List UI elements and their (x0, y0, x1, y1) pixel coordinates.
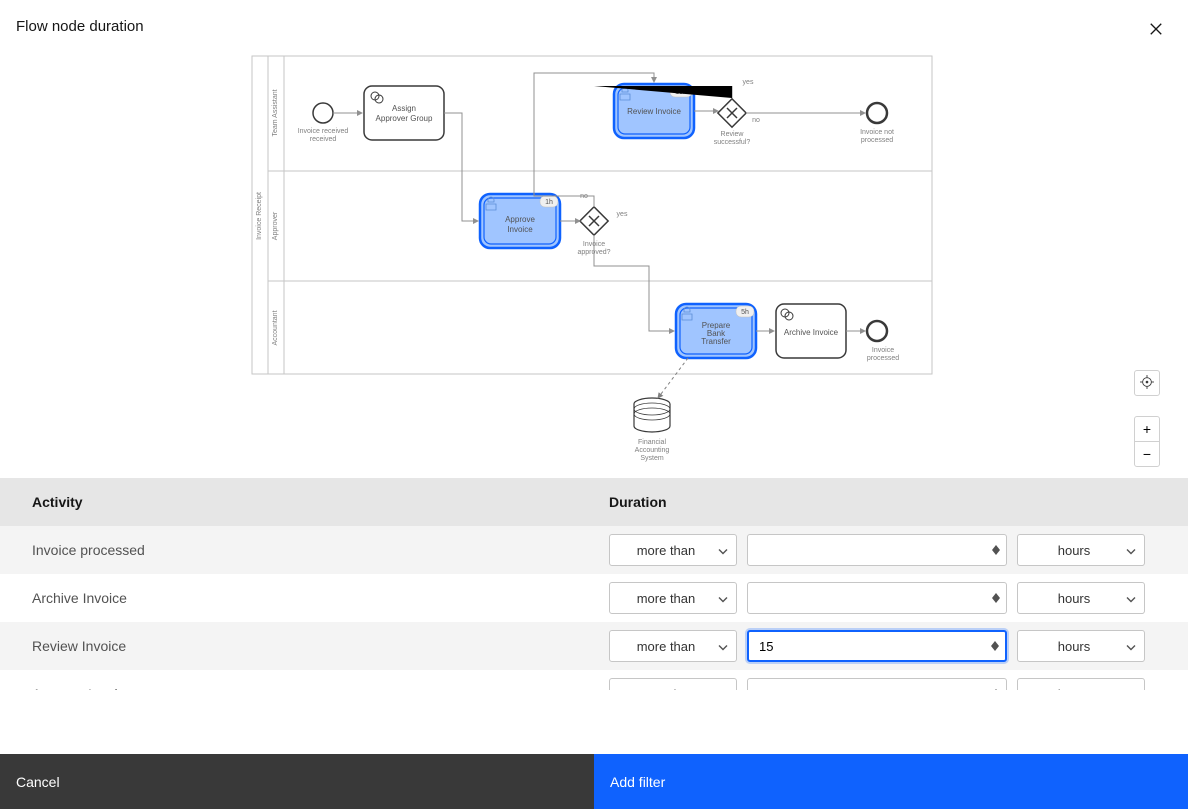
plus-icon: + (1143, 421, 1151, 437)
stepper-icon[interactable] (992, 544, 1000, 556)
zoom-out-button[interactable]: − (1134, 441, 1160, 467)
svg-text:Assign: Assign (392, 104, 416, 113)
svg-text:Invoice: Invoice (507, 225, 533, 234)
value-input-wrap (747, 534, 1007, 566)
chevron-down-icon (718, 543, 728, 558)
svg-text:yes: yes (617, 211, 628, 218)
table-header: Activity Duration (0, 478, 1188, 526)
task-assign[interactable] (364, 86, 444, 140)
svg-text:received: received (310, 136, 337, 143)
add-filter-button[interactable]: Add filter (594, 754, 1188, 809)
chevron-down-icon (718, 591, 728, 606)
svg-text:Review Invoice: Review Invoice (627, 107, 681, 116)
value-input[interactable] (748, 679, 1006, 690)
chevron-down-icon (718, 687, 728, 691)
col-activity: Activity (0, 494, 594, 510)
table-row: Approve Invoice more than hours (0, 670, 1188, 690)
start-event[interactable] (313, 103, 333, 123)
chevron-down-icon (1126, 543, 1136, 558)
end-event-processed[interactable] (867, 321, 887, 341)
cancel-button[interactable]: Cancel (0, 754, 594, 809)
lane-0-label: Team Assistant (272, 89, 279, 136)
operator-select[interactable]: more than (609, 582, 737, 614)
svg-text:Transfer: Transfer (701, 337, 731, 346)
close-button[interactable] (1144, 18, 1168, 42)
svg-text:Financial: Financial (638, 439, 666, 446)
lane-1-label: Approver (272, 211, 279, 240)
unit-select[interactable]: hours (1017, 678, 1145, 690)
chevron-down-icon (1126, 639, 1136, 654)
bpmn-diagram[interactable]: Invoice Receipt Team Assistant Approver … (0, 46, 1188, 478)
svg-text:Invoice: Invoice (872, 347, 894, 354)
end-event-not-processed[interactable] (867, 103, 887, 123)
svg-text:no: no (580, 193, 588, 200)
datastore-financial[interactable] (634, 398, 670, 432)
svg-text:Approve: Approve (505, 215, 535, 224)
recenter-button[interactable] (1134, 370, 1160, 396)
col-duration: Duration (594, 494, 1188, 510)
activity-cell: Review Invoice (0, 638, 594, 654)
svg-text:yes: yes (743, 79, 754, 86)
lane-2-label: Accountant (272, 310, 279, 345)
activity-cell: Invoice processed (0, 542, 594, 558)
table-row: Review Invoice more than hours (0, 622, 1188, 670)
chevron-down-icon (1126, 591, 1136, 606)
svg-text:Accounting: Accounting (635, 447, 670, 454)
dialog-footer: Cancel Add filter (0, 754, 1188, 809)
flow-node-duration-modal: Flow node duration Invoice Receipt (0, 0, 1188, 809)
crosshair-icon (1140, 375, 1154, 392)
operator-select[interactable]: more than (609, 534, 737, 566)
svg-text:System: System (640, 455, 664, 462)
table-row: Archive Invoice more than hours (0, 574, 1188, 622)
svg-text:Approver Group: Approver Group (376, 114, 433, 123)
svg-text:Archive Invoice: Archive Invoice (784, 328, 839, 337)
pool-label: Invoice Receipt (256, 192, 263, 240)
operator-select[interactable]: more than (609, 678, 737, 690)
stepper-icon[interactable] (992, 688, 1000, 690)
svg-text:no: no (752, 117, 760, 124)
value-input[interactable] (749, 632, 1005, 660)
svg-text:Invoice not: Invoice not (860, 129, 894, 136)
value-input-wrap (747, 630, 1007, 662)
svg-text:successful?: successful? (714, 139, 751, 146)
bpmn-svg: Invoice Receipt Team Assistant Approver … (244, 46, 944, 478)
stepper-icon[interactable] (992, 592, 1000, 604)
dialog-header: Flow node duration (0, 0, 1188, 46)
svg-text:processed: processed (861, 137, 893, 144)
unit-select[interactable]: hours (1017, 630, 1145, 662)
close-icon (1149, 20, 1163, 41)
diagram-controls (1134, 370, 1160, 396)
svg-text:5h: 5h (741, 309, 749, 316)
minus-icon: − (1143, 446, 1151, 462)
unit-select[interactable]: hours (1017, 582, 1145, 614)
table-body[interactable]: Invoice processedmore thanhoursArchive I… (0, 526, 1188, 690)
duration-table: Activity Duration Invoice processed more … (0, 478, 1188, 690)
svg-text:Review: Review (721, 131, 745, 138)
activity-cell: Approve Invoice (0, 686, 594, 690)
value-input-wrap (747, 582, 1007, 614)
dialog-title: Flow node duration (16, 18, 144, 35)
zoom-in-button[interactable]: + (1134, 416, 1160, 442)
value-input-wrap (747, 678, 1007, 690)
svg-text:Invoice received: Invoice received (298, 128, 349, 135)
unit-select[interactable]: hours (1017, 534, 1145, 566)
operator-select[interactable]: more than (609, 630, 737, 662)
value-input[interactable] (748, 583, 1006, 613)
table-row: Invoice processed more than hours (0, 526, 1188, 574)
activity-cell: Archive Invoice (0, 590, 594, 606)
stepper-icon[interactable] (991, 640, 999, 652)
svg-text:1h: 1h (545, 199, 553, 206)
chevron-down-icon (718, 639, 728, 654)
chevron-down-icon (1126, 687, 1136, 691)
svg-text:processed: processed (867, 355, 899, 362)
value-input[interactable] (748, 535, 1006, 565)
